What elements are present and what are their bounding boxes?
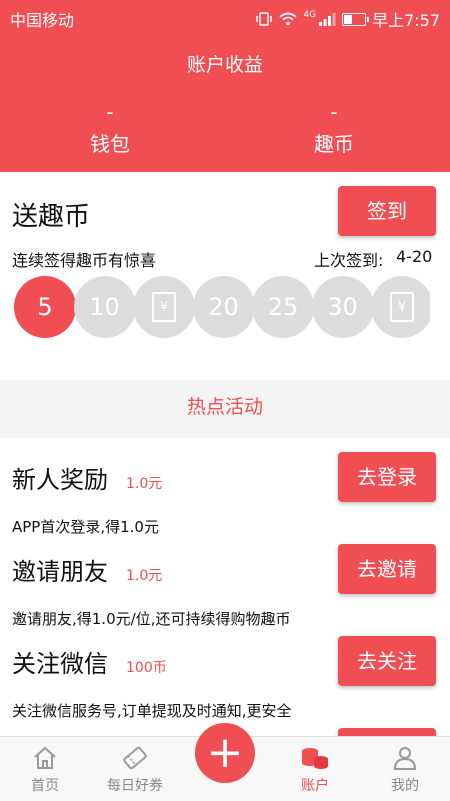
sign-in-day-2: 10 [73, 276, 136, 338]
wallet-stat[interactable]: - 钱包 [50, 102, 170, 157]
account-earnings-header: 账户收益 - 钱包 - 趣币 [0, 34, 450, 172]
sign-in-day-6: 30 [311, 276, 374, 338]
plus-icon: + [206, 727, 244, 778]
sign-in-day-label: 30 [327, 293, 358, 321]
wifi-icon [279, 12, 297, 26]
sign-in-day-label: 20 [208, 293, 239, 321]
activity-reward: 1.0元 [126, 476, 163, 492]
activity-description: 邀请朋友,得1.0元/位,还可持续得购物趣币 [12, 610, 291, 628]
ticket-icon: ¥ [152, 292, 176, 322]
wallet-label: 钱包 [90, 132, 130, 156]
next-activity-button[interactable] [338, 728, 436, 736]
cell-signal-icon [319, 13, 336, 26]
sign-in-subtitle: 连续签得趣币有惊喜 [12, 251, 157, 270]
tab-mine-label: 我的 [391, 778, 419, 794]
sign-in-day-1: 5 [14, 276, 76, 338]
login-button[interactable]: 去登录 [338, 452, 436, 502]
sign-in-day-4: 20 [192, 276, 255, 338]
status-bar: 中国移动 4G 早上7:57 [0, 0, 450, 34]
activity-title: 新人奖励 [12, 466, 108, 494]
tab-daily-coupons-label: 每日好券 [107, 778, 163, 794]
sign-in-day-5: 25 [252, 276, 314, 338]
tab-home[interactable]: 首页 [0, 737, 90, 801]
sign-in-day-label: 25 [267, 293, 299, 321]
activity-title: 关注微信 [12, 650, 108, 678]
carrier-name: 中国移动 [10, 11, 75, 30]
sign-in-day-7: ¥ [371, 276, 430, 338]
activity-reward: 1.0元 [126, 568, 163, 584]
sign-in-title: 送趣币 [12, 202, 91, 232]
coins-label: 趣币 [314, 132, 354, 156]
sign-in-card: 送趣币 签到 连续签得趣币有惊喜 上次签到: 4-20 5 10 ¥20 25 30 ¥ [0, 172, 450, 380]
sign-in-day-3: ¥ [133, 276, 195, 338]
hot-activities-heading: 热点活动 [0, 380, 450, 438]
vibrate-icon [256, 12, 273, 26]
sign-in-day-label: 5 [37, 293, 53, 321]
last-sign-in-date: 4-20 [396, 247, 433, 266]
add-button[interactable]: + [195, 723, 255, 783]
bottom-tab-bar: 首页 每日好券 + 账户 我的 [0, 723, 450, 801]
battery-icon [342, 12, 370, 26]
user-icon [393, 747, 417, 770]
invite-button[interactable]: 去邀请 [338, 544, 436, 594]
sign-in-day-label: 10 [89, 293, 120, 321]
wallet-value: - [106, 100, 114, 124]
tab-home-label: 首页 [31, 778, 59, 794]
network-type: 4G [303, 10, 317, 20]
coins-stat[interactable]: - 趣币 [274, 102, 394, 157]
status-icons: 4G 早上7:57 [255, 7, 440, 31]
activity-title: 邀请朋友 [12, 558, 108, 586]
follow-button[interactable]: 去关注 [338, 636, 436, 686]
page-title: 账户收益 [186, 54, 263, 76]
coins-stack-icon [302, 748, 328, 769]
last-sign-in-label: 上次签到: [314, 251, 384, 270]
sign-in-day-track[interactable]: 5 10 ¥20 25 30 ¥ [14, 274, 430, 344]
activity-description: APP首次登录,得1.0元 [12, 518, 159, 536]
coupon-icon [123, 746, 147, 770]
tab-mine[interactable]: 我的 [360, 737, 450, 801]
coins-value: - [330, 100, 338, 124]
clock: 早上7:57 [372, 11, 440, 30]
tab-account-label: 账户 [301, 778, 329, 794]
tab-account[interactable]: 账户 [270, 737, 360, 801]
activity-description: 关注微信服务号,订单提现及时通知,更安全 [12, 702, 292, 720]
tab-daily-coupons[interactable]: 每日好券 [90, 737, 180, 801]
home-icon [34, 746, 56, 769]
activity-reward: 100币 [126, 660, 167, 676]
activity-list: 新人奖励 1.0元 去登录 APP首次登录,得1.0元 邀请朋友 1.0元 去邀… [0, 438, 450, 736]
sign-in-button[interactable]: 签到 [338, 186, 436, 236]
ticket-icon: ¥ [390, 292, 414, 322]
